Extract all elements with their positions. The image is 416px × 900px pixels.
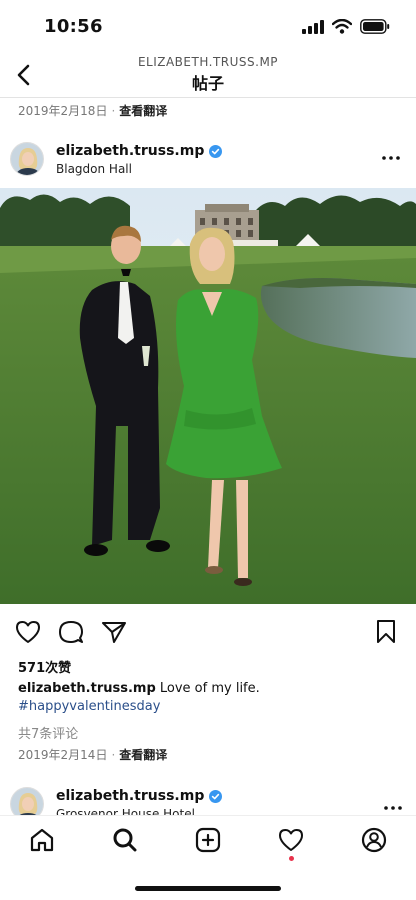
home-icon <box>30 828 54 852</box>
comment-icon <box>59 621 83 643</box>
create-icon <box>195 827 221 853</box>
post-username[interactable]: elizabeth.truss.mp <box>56 143 223 159</box>
signal-icon <box>302 19 324 34</box>
comment-button[interactable] <box>57 618 85 646</box>
likes-count[interactable]: 571次赞 <box>18 657 71 676</box>
post-header: elizabeth.truss.mp Blagdon Hall <box>0 140 416 182</box>
separator-dot: · <box>111 104 116 118</box>
bookmark-icon <box>377 620 395 643</box>
battery-icon <box>360 19 390 34</box>
previous-translate-link[interactable]: 查看翻译 <box>119 104 167 118</box>
bookmark-button[interactable] <box>372 618 400 646</box>
view-comments-link[interactable]: 共7条评论 <box>18 723 78 742</box>
tab-profile[interactable] <box>358 824 390 856</box>
share-button[interactable] <box>100 618 128 646</box>
post-date: 2019年2月14日 <box>18 748 108 762</box>
tab-home[interactable] <box>26 824 58 856</box>
action-bar <box>0 612 416 652</box>
nav-header: ELIZABETH.TRUSS.MP 帖子 <box>0 52 416 96</box>
share-icon <box>102 622 126 643</box>
home-indicator[interactable] <box>135 886 281 891</box>
verified-badge-icon <box>209 144 223 158</box>
hashtag-link[interactable]: #happyvalentinesday <box>18 699 160 714</box>
tab-search[interactable] <box>109 824 141 856</box>
post-photo-image <box>0 188 416 604</box>
avatar-image <box>11 143 43 175</box>
previous-post-meta: 2019年2月18日 · 查看翻译 <box>18 102 167 119</box>
search-icon <box>113 828 137 852</box>
next-post-username[interactable]: elizabeth.truss.mp <box>56 788 223 804</box>
nav-subtitle: ELIZABETH.TRUSS.MP <box>137 55 279 69</box>
profile-icon <box>361 827 387 853</box>
avatar[interactable] <box>10 787 44 815</box>
wifi-icon <box>332 19 352 34</box>
like-button[interactable] <box>14 618 42 646</box>
next-post-header: elizabeth.truss.mp Grosvenor House Hotel <box>0 785 416 815</box>
activity-icon <box>279 829 303 851</box>
post-photo[interactable] <box>0 188 416 604</box>
status-icons <box>302 19 390 34</box>
more-options-button[interactable] <box>384 795 402 814</box>
post-location[interactable]: Blagdon Hall <box>56 162 132 176</box>
tab-create[interactable] <box>192 824 224 856</box>
next-post-location[interactable]: Grosvenor House Hotel <box>56 807 195 815</box>
status-time: 10:56 <box>44 16 103 37</box>
caption-text: Love of my life. <box>159 681 260 696</box>
verified-badge-icon <box>209 789 223 803</box>
page-title: 帖子 <box>191 74 224 93</box>
username-text: elizabeth.truss.mp <box>56 788 205 804</box>
avatar-image <box>11 788 43 815</box>
tab-activity[interactable] <box>275 824 307 856</box>
status-bar: 10:56 <box>0 0 416 52</box>
more-options-button[interactable] <box>380 150 402 166</box>
caption-username[interactable]: elizabeth.truss.mp <box>18 681 156 696</box>
more-dots-icon <box>382 156 400 160</box>
post-meta: 2019年2月14日 · 查看翻译 <box>18 746 167 763</box>
avatar[interactable] <box>10 142 44 176</box>
more-dots-icon <box>384 806 402 810</box>
header-divider <box>0 97 416 98</box>
previous-post-date: 2019年2月18日 <box>18 104 108 118</box>
username-text: elizabeth.truss.mp <box>56 143 205 159</box>
separator-dot: · <box>111 748 116 762</box>
caption: elizabeth.truss.mp Love of my life. <box>18 681 408 696</box>
heart-icon <box>16 621 40 643</box>
translate-link[interactable]: 查看翻译 <box>119 748 167 762</box>
notification-dot <box>289 856 294 861</box>
